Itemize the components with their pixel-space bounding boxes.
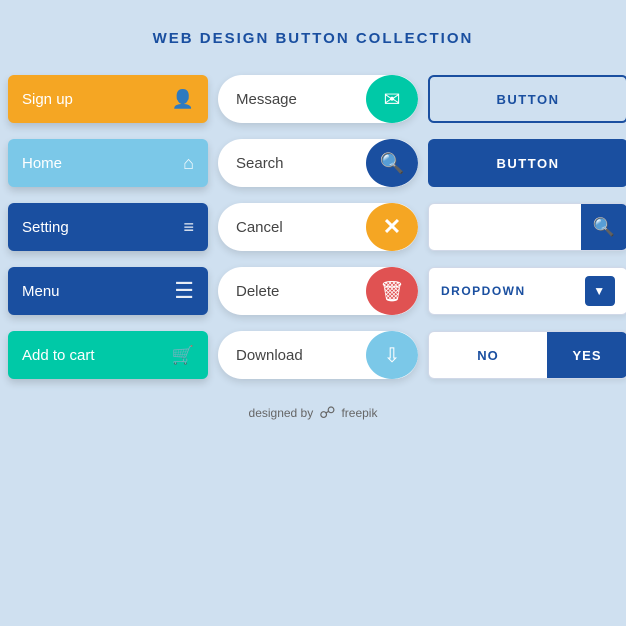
message-button[interactable]: Message ✉ bbox=[218, 75, 418, 123]
outline-button-label: BUTTON bbox=[497, 92, 560, 107]
setting-button[interactable]: Setting ≡ bbox=[8, 203, 208, 251]
search-bar-icon: 🔍 bbox=[581, 203, 626, 251]
addtocart-label: Add to cart bbox=[22, 347, 95, 364]
download-label: Download bbox=[236, 347, 366, 364]
close-icon: ✕ bbox=[366, 203, 418, 251]
filled-button-label: BUTTON bbox=[497, 156, 560, 171]
home-button[interactable]: Home ⌂ bbox=[8, 139, 208, 187]
delete-label: Delete bbox=[236, 283, 366, 300]
cart-icon: 🛒 bbox=[172, 345, 194, 366]
dropdown-label: DROPDOWN bbox=[441, 284, 526, 298]
search-button[interactable]: Search 🔍 bbox=[218, 139, 418, 187]
outline-button[interactable]: BUTTON bbox=[428, 75, 626, 123]
search-icon: 🔍 bbox=[366, 139, 418, 187]
settings-icon: ≡ bbox=[183, 217, 194, 238]
download-button[interactable]: Download ⇩ bbox=[218, 331, 418, 379]
trash-icon: 🗑 bbox=[366, 267, 418, 315]
page-title: WEB DESIGN BUTTON COLLECTION bbox=[153, 30, 474, 47]
yes-button[interactable]: YES bbox=[547, 332, 626, 378]
cancel-label: Cancel bbox=[236, 219, 366, 236]
search-bar[interactable]: 🔍 bbox=[428, 203, 626, 251]
signup-button[interactable]: Sign up 👤 bbox=[8, 75, 208, 123]
dropdown[interactable]: DROPDOWN ▼ bbox=[428, 267, 626, 315]
cancel-button[interactable]: Cancel ✕ bbox=[218, 203, 418, 251]
menu-label: Menu bbox=[22, 283, 60, 300]
designed-by-text: designed by bbox=[249, 406, 314, 420]
message-label: Message bbox=[236, 91, 366, 108]
no-button[interactable]: NO bbox=[429, 348, 547, 363]
freepik-logo: ☍ bbox=[319, 403, 335, 423]
button-grid: Sign up 👤 Message ✉ BUTTON Home ⌂ Search… bbox=[8, 75, 618, 379]
chevron-down-icon: ▼ bbox=[585, 276, 615, 306]
search-label: Search bbox=[236, 155, 366, 172]
yes-no-toggle[interactable]: NO YES bbox=[428, 331, 626, 379]
home-label: Home bbox=[22, 155, 62, 172]
home-icon: ⌂ bbox=[183, 153, 194, 174]
addtocart-button[interactable]: Add to cart 🛒 bbox=[8, 331, 208, 379]
menu-button[interactable]: Menu ☰ bbox=[8, 267, 208, 315]
delete-button[interactable]: Delete 🗑 bbox=[218, 267, 418, 315]
brand-name: freepik bbox=[341, 406, 377, 420]
filled-button[interactable]: BUTTON bbox=[428, 139, 626, 187]
download-icon: ⇩ bbox=[366, 331, 418, 379]
user-icon: 👤 bbox=[172, 89, 194, 110]
envelope-icon: ✉ bbox=[366, 75, 418, 123]
footer: designed by ☍ freepik bbox=[249, 403, 378, 423]
hamburger-icon: ☰ bbox=[174, 278, 194, 304]
setting-label: Setting bbox=[22, 219, 69, 236]
signup-label: Sign up bbox=[22, 91, 73, 108]
